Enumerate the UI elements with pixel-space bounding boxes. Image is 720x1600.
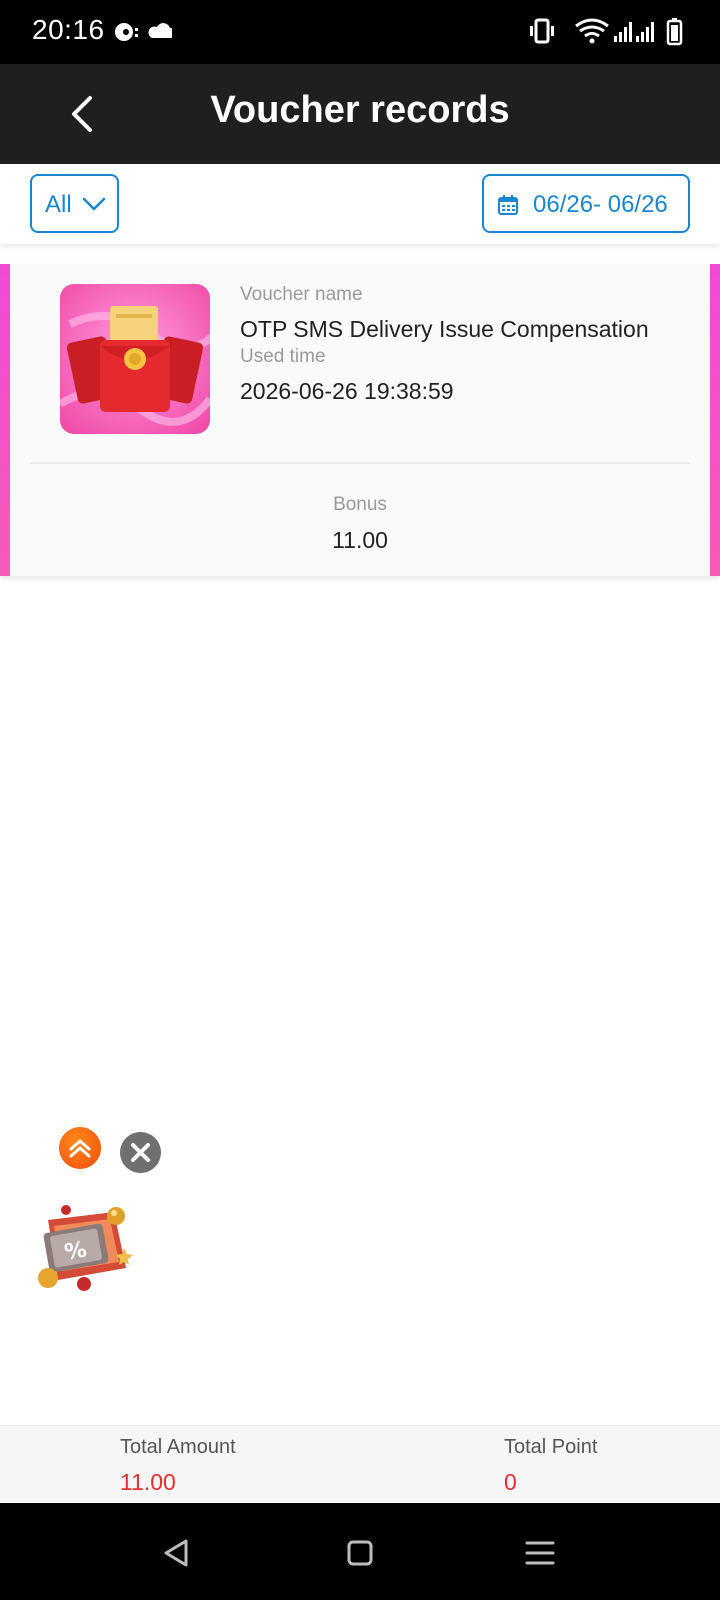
nav-back-button[interactable] bbox=[158, 1533, 198, 1573]
bonus-label: Bonus bbox=[333, 494, 387, 515]
voucher-records-screen: 20:16 Voucher records All 06/26- 06/26 V… bbox=[0, 0, 720, 1600]
close-icon bbox=[131, 1143, 150, 1162]
app-header: Voucher records bbox=[0, 64, 720, 164]
system-nav-bar bbox=[0, 1503, 720, 1600]
page-title: Voucher records bbox=[210, 89, 510, 131]
nav-home-button[interactable] bbox=[340, 1533, 380, 1573]
status-right-icons bbox=[528, 16, 690, 53]
status-time: 20:16 bbox=[32, 14, 105, 45]
close-promo-button[interactable] bbox=[120, 1132, 161, 1173]
svg-text:%: % bbox=[63, 1237, 89, 1265]
promo-floating-widget[interactable]: % bbox=[28, 1198, 138, 1298]
status-bar: 20:16 bbox=[0, 0, 720, 64]
total-amount-value: 11.00 bbox=[120, 1469, 176, 1495]
notification-icons bbox=[115, 23, 175, 41]
double-chevron-up-icon bbox=[69, 1139, 91, 1158]
square-home-icon bbox=[347, 1540, 373, 1566]
voucher-thumbnail bbox=[60, 284, 210, 434]
total-point-label: Total Point bbox=[504, 1436, 598, 1458]
voucher-record-card[interactable]: Voucher name OTP SMS Delivery Issue Comp… bbox=[0, 264, 720, 576]
total-amount-label: Total Amount bbox=[120, 1436, 236, 1458]
bonus-value: 11.00 bbox=[332, 527, 388, 553]
used-time-value: 2026-06-26 19:38:59 bbox=[240, 378, 454, 404]
type-filter-dropdown[interactable]: All bbox=[30, 174, 119, 233]
type-filter-value: All bbox=[45, 191, 72, 218]
status-left-icons bbox=[112, 18, 175, 51]
system-status-icons bbox=[530, 18, 683, 46]
voucher-name-label: Voucher name bbox=[240, 284, 363, 305]
menu-lines-icon bbox=[525, 1541, 555, 1565]
discount-coupon-icon: % bbox=[38, 1205, 133, 1291]
total-point-value: 0 bbox=[504, 1469, 517, 1495]
date-range-value: 06/26- 06/26 bbox=[533, 191, 668, 218]
red-envelope-icon bbox=[60, 284, 210, 434]
date-range-picker[interactable]: 06/26- 06/26 bbox=[482, 174, 690, 233]
card-divider bbox=[30, 462, 690, 464]
chevron-down-icon bbox=[82, 197, 106, 211]
calendar-icon bbox=[498, 195, 518, 215]
voucher-name-value: OTP SMS Delivery Issue Compensation bbox=[240, 316, 649, 342]
used-time-label: Used time bbox=[240, 346, 326, 367]
filter-bar: All 06/26- 06/26 bbox=[0, 164, 720, 244]
wifi-icon bbox=[575, 18, 609, 44]
totals-bar: Total Amount 11.00 Total Point 0 bbox=[0, 1425, 720, 1503]
signal-icon bbox=[614, 22, 654, 42]
scroll-to-top-button[interactable] bbox=[59, 1127, 101, 1169]
vibrate-icon bbox=[530, 18, 554, 44]
nav-menu-button[interactable] bbox=[520, 1533, 560, 1573]
battery-icon bbox=[666, 18, 683, 46]
triangle-back-icon bbox=[164, 1539, 188, 1567]
